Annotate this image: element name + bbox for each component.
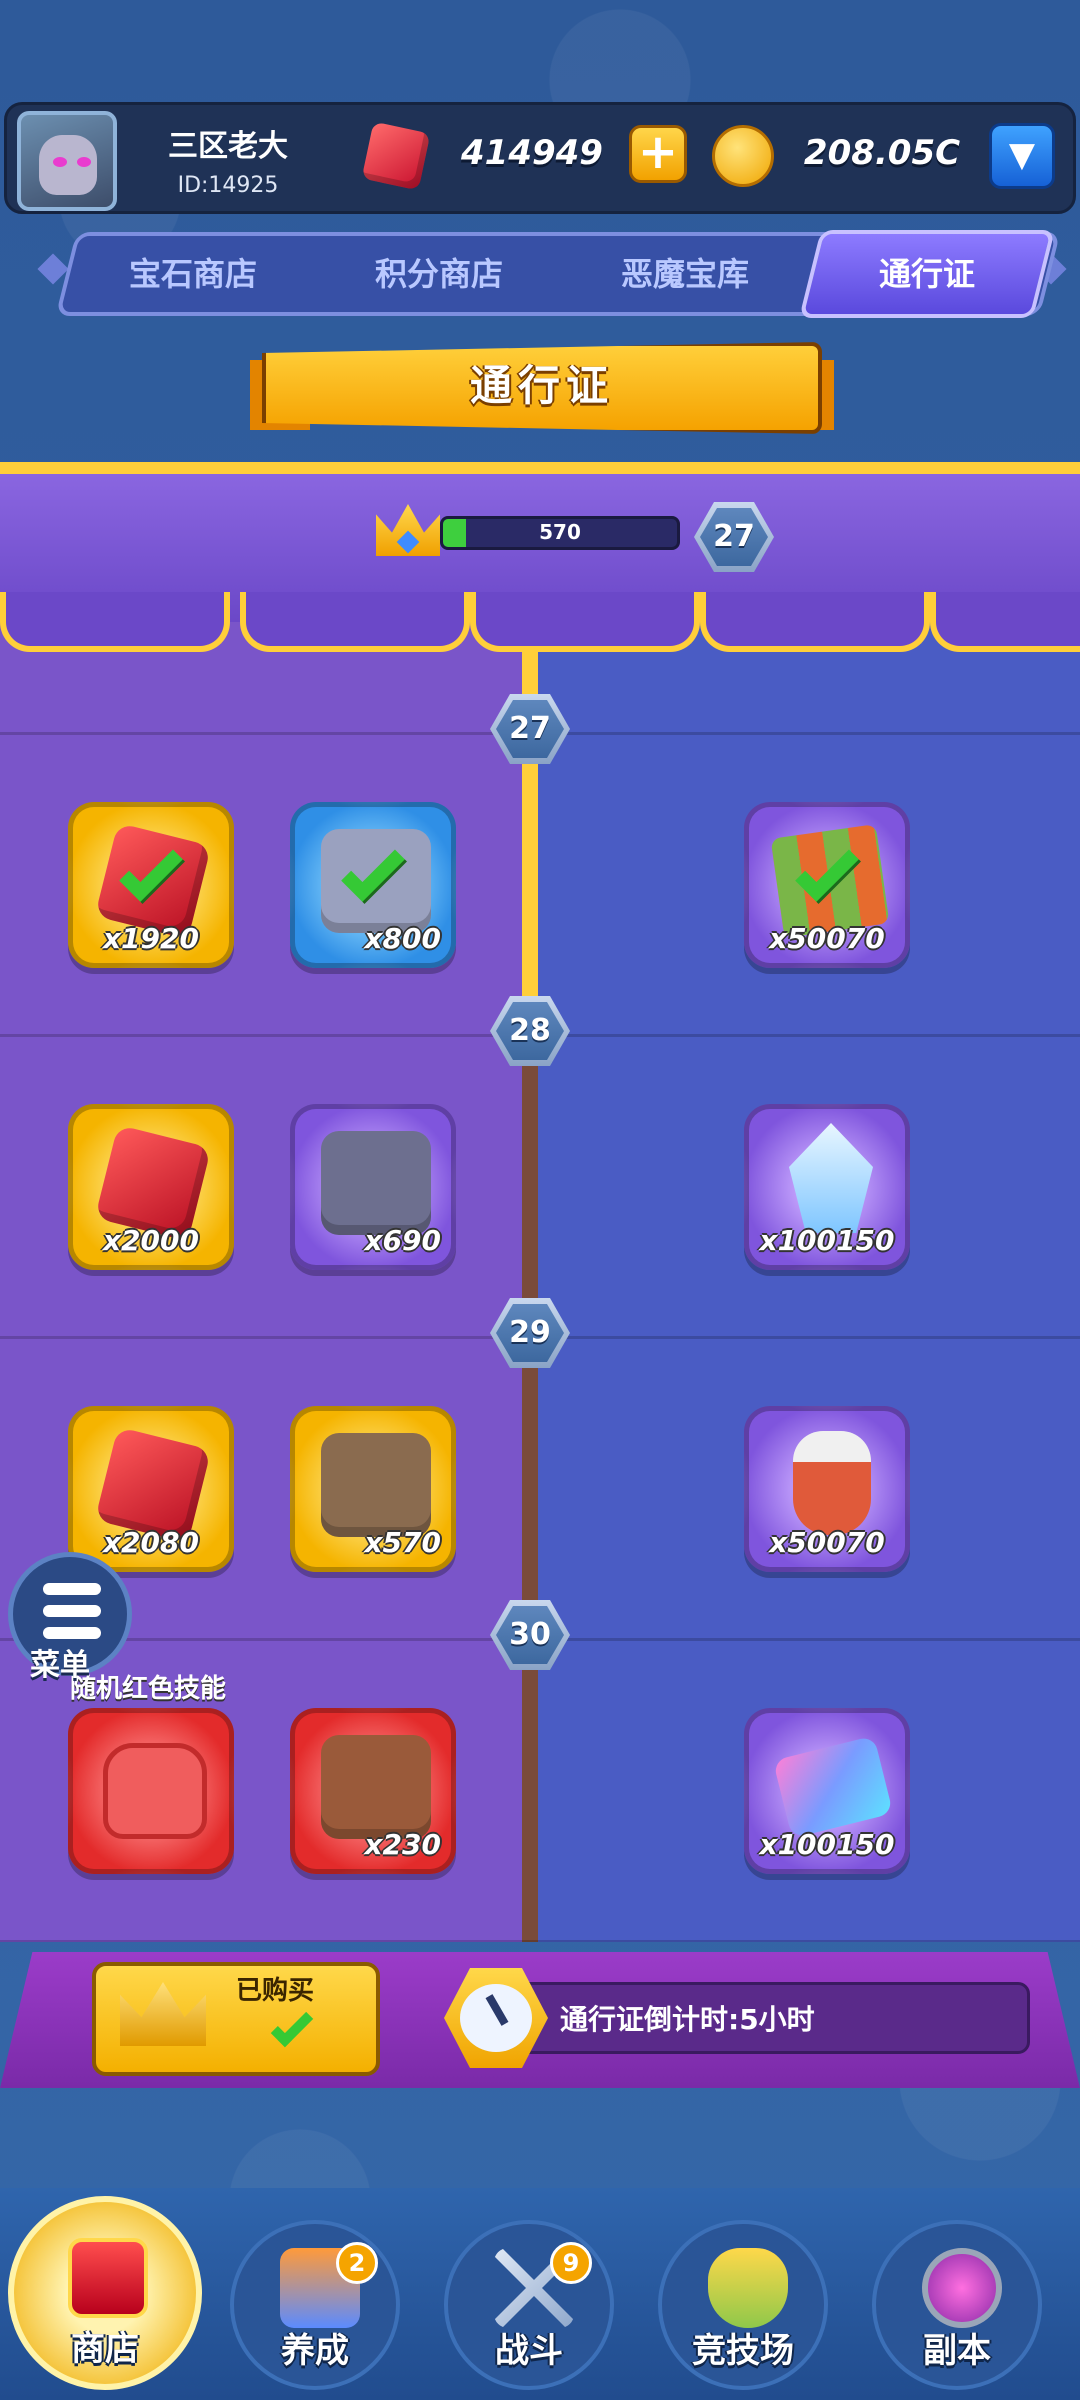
arena-shield-icon <box>708 2248 788 2328</box>
level-number: 28 <box>496 1002 564 1060</box>
menu-bar <box>43 1627 101 1639</box>
notification-badge: 9 <box>550 2242 592 2284</box>
level-number: 27 <box>496 700 564 758</box>
hero-shard-icon <box>321 1433 431 1537</box>
reward-hero-shard[interactable]: x690 <box>290 1104 456 1270</box>
reward-quantity: x100150 <box>759 1224 895 1257</box>
clock-face <box>460 1984 532 2052</box>
tab-points-shop[interactable]: 积分商店 <box>316 236 562 312</box>
nav-battle[interactable]: 9 战斗 <box>444 2220 614 2390</box>
reward-potion[interactable]: x50070 <box>744 1406 910 1572</box>
gift-icon <box>68 2238 148 2318</box>
reward-quantity: x230 <box>364 1828 441 1861</box>
tab-pass[interactable]: 通行证 <box>810 236 1044 312</box>
menu-label: 菜单 <box>30 1648 90 1683</box>
menu-bar <box>43 1605 101 1617</box>
crown-icon <box>120 1982 206 2046</box>
eye-icon <box>77 157 91 167</box>
reward-quantity: x570 <box>364 1526 441 1559</box>
reward-gems[interactable]: x2000 <box>68 1104 234 1270</box>
reward-skill[interactable] <box>68 1708 234 1874</box>
notification-badge: 2 <box>336 2242 378 2284</box>
level-number: 29 <box>496 1304 564 1362</box>
shop-tabs: 宝石商店 积分商店 恶魔宝库 通行证 <box>55 230 1061 318</box>
purchase-status: 已购买 <box>236 1976 315 2006</box>
countdown-text: 通行证倒计时:5小时 <box>560 2003 815 2036</box>
coin-icon <box>712 125 774 187</box>
progress-text: 570 <box>539 520 581 544</box>
reward-quantity: x2080 <box>103 1526 199 1559</box>
reward-quantity: x2000 <box>103 1224 199 1257</box>
current-level-number: 27 <box>700 508 768 566</box>
nav-label: 战斗 <box>495 2331 563 2371</box>
reward-gems[interactable]: x2080 <box>68 1406 234 1572</box>
reward-crystal[interactable]: x100150 <box>744 1104 910 1270</box>
reward-quantity: x1920 <box>103 922 199 955</box>
player-id: ID:14925 <box>177 173 279 198</box>
nav-upgrade[interactable]: 2 养成 <box>230 2220 400 2390</box>
hero-shard-icon <box>321 1735 431 1839</box>
reward-quantity: x690 <box>364 1224 441 1257</box>
reward-eraser[interactable]: x100150 <box>744 1708 910 1874</box>
level-number: 30 <box>496 1606 564 1664</box>
reward-hero-shard[interactable]: x230 <box>290 1708 456 1874</box>
progress-track-filled <box>522 622 538 1042</box>
header-scallop <box>0 592 230 652</box>
menu-bar <box>43 1583 101 1595</box>
eye-icon <box>53 157 67 167</box>
nav-dungeon[interactable]: 副本 <box>872 2220 1042 2390</box>
dropdown-button[interactable]: ▼ <box>989 123 1055 189</box>
purchased-ticket[interactable]: 已购买 <box>92 1962 380 2076</box>
avatar[interactable] <box>17 111 117 211</box>
progress-track <box>522 1042 538 1942</box>
reward-quantity: x100150 <box>759 1828 895 1861</box>
nav-shop[interactable]: 商店 <box>8 2196 202 2390</box>
header-scallop <box>470 592 700 652</box>
gem-icon <box>361 121 431 191</box>
potion-icon <box>793 1431 871 1535</box>
row-divider <box>0 1940 1080 1942</box>
hero-shard-icon <box>321 1131 431 1235</box>
header-scallop <box>930 592 1080 652</box>
eraser-icon <box>772 1735 894 1839</box>
top-bar: 三区老大 ID:14925 414949 + 208.05C ▼ <box>4 102 1076 214</box>
skill-label: 随机红色技能 <box>70 1674 227 1704</box>
reward-hero-shard[interactable]: x570 <box>290 1406 456 1572</box>
reward-gems[interactable]: x1920 <box>68 802 234 968</box>
header-scallop <box>700 592 930 652</box>
reward-quantity: x50070 <box>769 1526 885 1559</box>
reward-quantity: x800 <box>364 922 441 955</box>
battle-pass-panel: x1840 x920 150 570 27 27 x1920 x800 x500… <box>0 462 1080 1942</box>
reward-quantity: x50070 <box>769 922 885 955</box>
nav-arena[interactable]: 竞技场 <box>658 2220 828 2390</box>
page-title: 通行证 <box>469 361 614 410</box>
coin-count: 208.05C <box>803 133 961 173</box>
tab-gem-shop[interactable]: 宝石商店 <box>70 236 316 312</box>
reward-tile[interactable]: x50070 <box>744 802 910 968</box>
add-gems-button[interactable]: + <box>629 125 687 183</box>
tab-demon-vault[interactable]: 恶魔宝库 <box>562 236 808 312</box>
player-info: 三区老大 ID:14925 <box>123 111 333 211</box>
reward-hero-shard[interactable]: x800 <box>290 802 456 968</box>
player-name: 三区老大 <box>168 129 288 164</box>
check-icon <box>270 2004 314 2048</box>
nav-label: 竞技场 <box>692 2331 794 2371</box>
nav-label: 养成 <box>281 2331 349 2371</box>
nav-label: 副本 <box>923 2331 991 2371</box>
gem-count: 414949 <box>461 133 603 173</box>
header-scallop <box>240 592 470 652</box>
skill-bag-icon <box>103 1743 207 1839</box>
portal-icon <box>922 2248 1002 2328</box>
crystal-icon <box>789 1123 873 1233</box>
nav-label: 商店 <box>71 2329 139 2369</box>
